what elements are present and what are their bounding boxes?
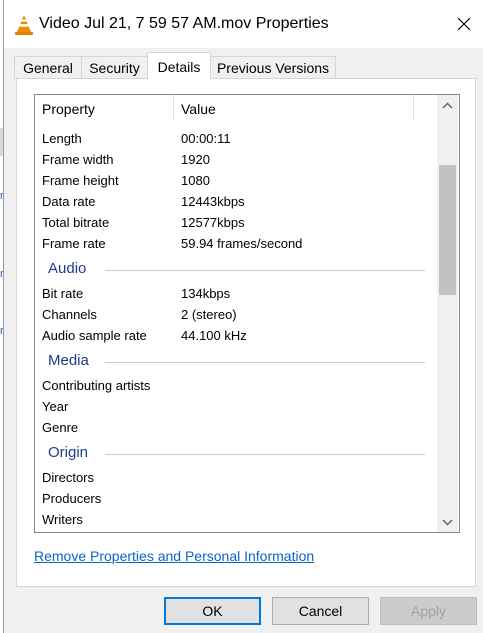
list-item[interactable]: Directors	[35, 467, 435, 488]
apply-button[interactable]: Apply	[380, 597, 477, 625]
property-name: Channels	[42, 307, 97, 322]
group-header-audio: Audio	[35, 258, 435, 280]
property-value: 134kbps	[181, 286, 231, 301]
tab-details[interactable]: Details	[147, 52, 211, 80]
scroll-up-button[interactable]	[437, 95, 458, 115]
close-icon	[457, 17, 471, 31]
property-name: Year	[42, 399, 69, 414]
property-name: Audio sample rate	[42, 328, 147, 343]
details-panel: Property Value Length 00:00:11 Frame wid…	[16, 78, 476, 587]
group-divider	[105, 270, 425, 271]
property-name: Frame height	[42, 173, 119, 188]
properties-dialog: Video Jul 21, 7 59 57 AM.mov Properties …	[3, 0, 483, 633]
column-header: Property Value	[35, 95, 437, 121]
list-item[interactable]: Frame rate 59.94 frames/second	[35, 233, 435, 254]
property-value: 12443kbps	[181, 194, 245, 209]
details-list[interactable]: Property Value Length 00:00:11 Frame wid…	[34, 94, 460, 533]
list-item[interactable]: Channels 2 (stereo)	[35, 304, 435, 325]
property-name: Directors	[42, 470, 95, 485]
group-header-origin: Origin	[35, 442, 435, 464]
list-item[interactable]: Genre	[35, 417, 435, 438]
list-item[interactable]: Data rate 12443kbps	[35, 191, 435, 212]
property-name: Producers	[42, 491, 102, 506]
property-name: Contributing artists	[42, 378, 151, 393]
property-value: 00:00:11	[181, 131, 231, 146]
property-value: 12577kbps	[181, 215, 245, 230]
group-heading: Origin	[48, 444, 95, 461]
property-name: Data rate	[42, 194, 96, 209]
list-item[interactable]: Frame width 1920	[35, 149, 435, 170]
property-name: Genre	[42, 420, 79, 435]
property-name: Frame rate	[42, 236, 106, 251]
column-header-value[interactable]: Value	[181, 101, 216, 117]
column-divider[interactable]	[173, 95, 174, 119]
remove-properties-link[interactable]: Remove Properties and Personal Informati…	[34, 548, 314, 564]
chevron-up-icon	[442, 102, 453, 108]
group-header-media: Media	[35, 350, 435, 372]
list-item[interactable]: Writers	[35, 509, 435, 530]
tab-previous-versions[interactable]: Previous Versions	[210, 56, 336, 79]
title-bar[interactable]: Video Jul 21, 7 59 57 AM.mov Properties	[4, 0, 483, 48]
group-divider	[105, 362, 425, 363]
scroll-down-button[interactable]	[437, 512, 458, 532]
property-value: 1920	[181, 152, 210, 167]
tab-security[interactable]: Security	[81, 56, 148, 79]
tab-general[interactable]: General	[14, 56, 82, 79]
property-name: Bit rate	[42, 286, 84, 301]
property-value: 1080	[181, 173, 210, 188]
list-item[interactable]: Frame height 1080	[35, 170, 435, 191]
ok-button[interactable]: OK	[164, 597, 261, 625]
list-item[interactable]: Length 00:00:11	[35, 128, 435, 149]
chevron-down-icon	[442, 519, 453, 525]
column-header-property[interactable]: Property	[42, 101, 95, 117]
list-item[interactable]: Producers	[35, 488, 435, 509]
scroll-thumb[interactable]	[439, 165, 456, 295]
property-name: Frame width	[42, 152, 114, 167]
property-name: Length	[42, 131, 82, 146]
property-value: 44.100 kHz	[181, 328, 247, 343]
property-name: Writers	[42, 512, 83, 527]
list-item[interactable]: Total bitrate 12577kbps	[35, 212, 435, 233]
property-value: 2 (stereo)	[181, 307, 237, 322]
group-heading: Media	[48, 352, 95, 369]
group-heading: Audio	[48, 260, 93, 277]
cancel-button[interactable]: Cancel	[272, 597, 369, 625]
list-item[interactable]: Bit rate 134kbps	[35, 283, 435, 304]
list-item[interactable]: Contributing artists	[35, 375, 435, 396]
property-value: 59.94 frames/second	[181, 236, 303, 251]
close-button[interactable]	[444, 8, 483, 40]
property-name: Total bitrate	[42, 215, 110, 230]
list-item[interactable]: Audio sample rate 44.100 kHz	[35, 325, 435, 346]
list-item[interactable]: Year	[35, 396, 435, 417]
window-title: Video Jul 21, 7 59 57 AM.mov Properties	[39, 15, 329, 32]
column-divider[interactable]	[413, 95, 414, 119]
vertical-scrollbar[interactable]	[437, 95, 458, 532]
vlc-cone-icon	[15, 15, 33, 35]
group-divider	[105, 454, 425, 455]
